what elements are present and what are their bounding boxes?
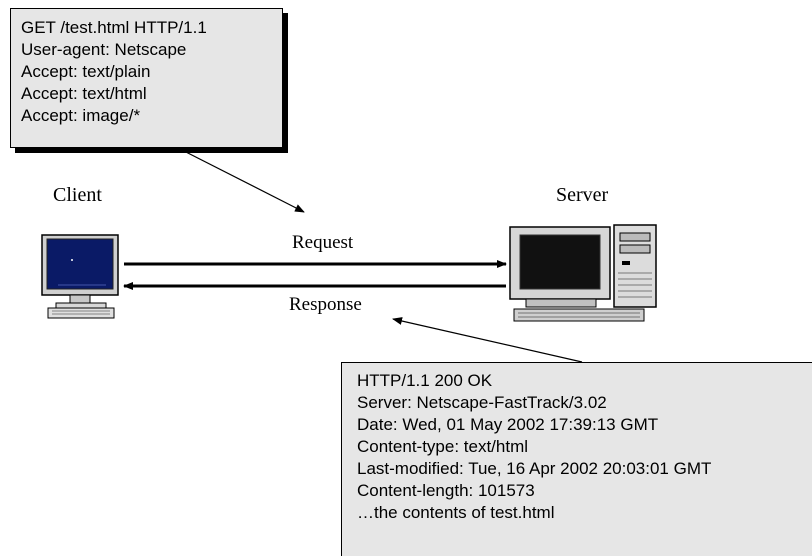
response-status-line: HTTP/1.1 200 OK xyxy=(357,371,493,390)
response-header-date: Date: Wed, 01 May 2002 17:39:13 GMT xyxy=(357,415,659,434)
response-header-server: Server: Netscape-FastTrack/3.02 xyxy=(357,393,607,412)
request-box-pointer xyxy=(179,148,305,213)
response-header-last-modified: Last-modified: Tue, 16 Apr 2002 20:03:01… xyxy=(357,459,712,478)
response-message-box: HTTP/1.1 200 OK Server: Netscape-FastTra… xyxy=(341,362,812,556)
response-header-content-length: Content-length: 101573 xyxy=(357,481,535,500)
response-box-pointer xyxy=(392,317,583,363)
response-body: …the contents of test.html xyxy=(357,503,555,522)
response-header-content-type: Content-type: text/html xyxy=(357,437,529,456)
